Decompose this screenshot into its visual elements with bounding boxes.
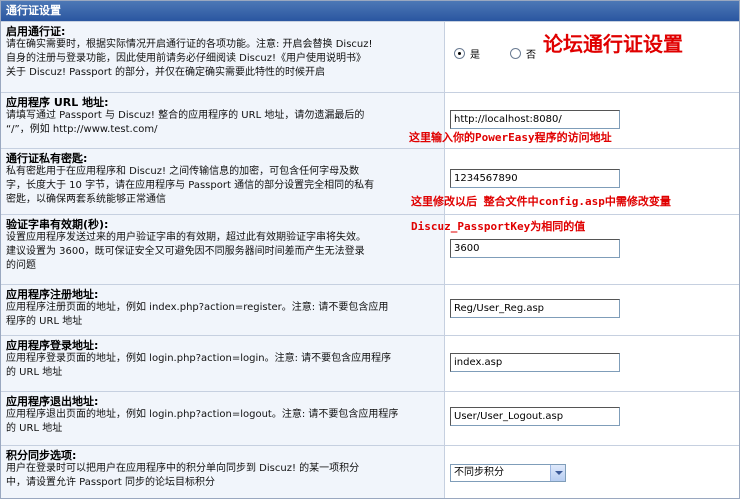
row-desc-line: 字，长度大于 10 字节，请在应用程序与 Passport 通信的部分设置完全相… bbox=[6, 180, 375, 191]
annotation-key-note: 这里修改以后 整合文件中config.asp中需修改变量 bbox=[411, 195, 671, 208]
annotation-key-note-2: Discuz_PassportKey为相同的值 bbox=[411, 220, 586, 233]
row-title: 应用程序注册地址: bbox=[6, 288, 99, 301]
row-desc-line: “/”，例如 http://www.test.com/ bbox=[6, 124, 158, 135]
row-desc-line: 建议设置为 3600，既可保证安全又可避免因不同服务器间时间差而产生无法登录 bbox=[6, 246, 365, 257]
row-title: 积分同步选项: bbox=[6, 449, 77, 462]
row-title: 通行证私有密匙: bbox=[6, 152, 88, 165]
row-desc-line: 的 URL 地址 bbox=[6, 367, 63, 378]
row-desc-line: 自身的注册与登录功能，因此使用前请务必仔细阅读 Discuz!《用户使用说明书》 bbox=[6, 53, 366, 64]
row-validity: 验证字串有效期(秒): 设置应用程序发送过来的用户验证字串的有效期，超过此有效期… bbox=[1, 214, 739, 284]
row-desc-line: 用户在登录时可以把用户在应用程序中的积分单向同步到 Discuz! 的某一项积分 bbox=[6, 463, 360, 474]
row-title: 验证字串有效期(秒): bbox=[6, 218, 109, 231]
row-title: 应用程序退出地址: bbox=[6, 395, 99, 408]
settings-panel: 通行证设置 启用通行证: 请在确实需要时，根据实际情况开启通行证的各项功能。注意… bbox=[0, 0, 740, 499]
private-key-input[interactable] bbox=[450, 169, 620, 188]
credit-sync-select[interactable]: 不同步积分 bbox=[450, 464, 566, 482]
row-desc-line: 应用程序退出页面的地址，例如 login.php?action=logout。注… bbox=[6, 409, 399, 420]
row-register-url: 应用程序注册地址: 应用程序注册页面的地址，例如 index.php?actio… bbox=[1, 284, 739, 335]
logout-url-input[interactable] bbox=[450, 407, 620, 426]
row-desc-line: 请在确实需要时，根据实际情况开启通行证的各项功能。注意: 开启会替换 Discu… bbox=[6, 39, 373, 50]
row-title: 应用程序 URL 地址: bbox=[6, 96, 109, 109]
row-desc-line: 程序的 URL 地址 bbox=[6, 316, 83, 327]
row-desc-line: 中，请设置允许 Passport 同步的论坛目标积分 bbox=[6, 477, 215, 488]
login-url-input[interactable] bbox=[450, 353, 620, 372]
register-url-input[interactable] bbox=[450, 299, 620, 318]
row-desc-line: 关于 Discuz! Passport 的部分，并仅在确定确实需要此特性的时候开… bbox=[6, 67, 325, 78]
row-app-url: 应用程序 URL 地址: 请填写通过 Passport 与 Discuz! 整合… bbox=[1, 92, 739, 148]
row-logout-url: 应用程序退出地址: 应用程序退出页面的地址，例如 login.php?actio… bbox=[1, 391, 739, 445]
row-title: 启用通行证: bbox=[6, 25, 66, 38]
row-title: 应用程序登录地址: bbox=[6, 339, 99, 352]
row-credit-sync: 积分同步选项: 用户在登录时可以把用户在应用程序中的积分单向同步到 Discuz… bbox=[1, 445, 739, 498]
panel-header: 通行证设置 bbox=[1, 1, 739, 21]
credit-sync-selected: 不同步积分 bbox=[454, 467, 504, 478]
annotation-url-note: 这里输入你的PowerEasy程序的访问地址 bbox=[409, 131, 612, 144]
row-desc-line: 的 URL 地址 bbox=[6, 423, 63, 434]
row-login-url: 应用程序登录地址: 应用程序登录页面的地址，例如 login.php?actio… bbox=[1, 335, 739, 391]
radio-no[interactable] bbox=[510, 48, 521, 59]
radio-yes[interactable] bbox=[454, 48, 465, 59]
radio-no-label: 否 bbox=[526, 50, 536, 61]
validity-input[interactable] bbox=[450, 239, 620, 258]
app-url-input[interactable] bbox=[450, 110, 620, 129]
row-desc-line: 应用程序登录页面的地址，例如 login.php?action=login。注意… bbox=[6, 353, 392, 364]
chevron-down-icon[interactable] bbox=[550, 465, 565, 481]
radio-yes-label: 是 bbox=[470, 50, 480, 61]
row-desc-line: 密匙，以确保两套系统能够正常通信 bbox=[6, 194, 166, 205]
annotation-heading: 论坛通行证设置 bbox=[543, 32, 683, 56]
row-desc-line: 请填写通过 Passport 与 Discuz! 整合的应用程序的 URL 地址… bbox=[6, 110, 365, 121]
row-desc-line: 的问题 bbox=[6, 260, 36, 271]
row-desc-line: 应用程序注册页面的地址，例如 index.php?action=register… bbox=[6, 302, 389, 313]
row-desc-line: 设置应用程序发送过来的用户验证字串的有效期，超过此有效期验证字串将失效。 bbox=[6, 232, 366, 243]
row-desc-line: 私有密匙用于在应用程序和 Discuz! 之间传输信息的加密，可包含任何字母及数 bbox=[6, 166, 360, 177]
